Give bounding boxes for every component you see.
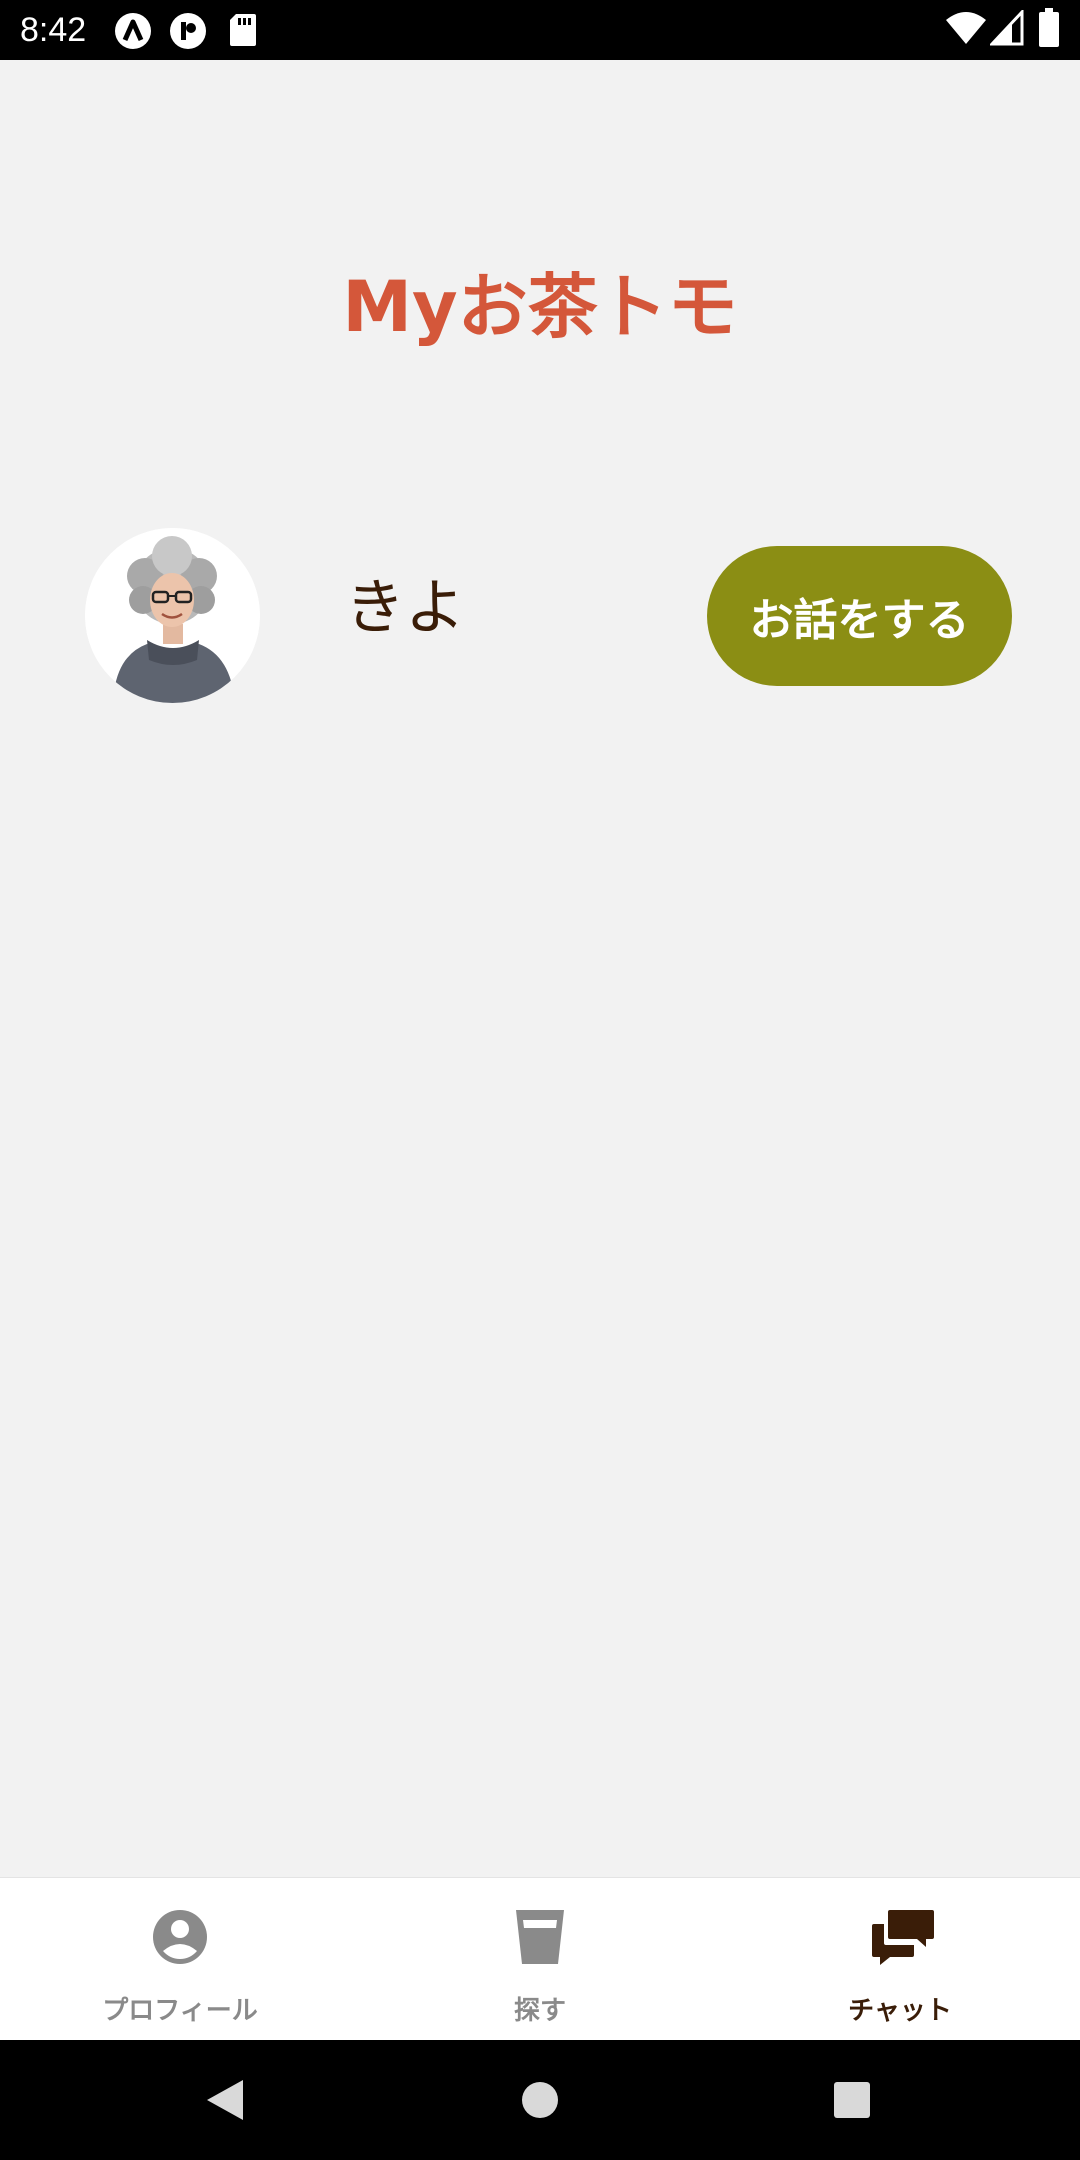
system-navigation-bar (0, 2040, 1080, 2160)
back-icon[interactable] (205, 2078, 245, 2122)
friend-name: きよ (345, 573, 465, 643)
nav-label-search: 探す (513, 1996, 566, 2026)
battery-icon (1038, 8, 1060, 52)
p-logo-icon (169, 12, 207, 54)
nav-item-profile[interactable]: プロフィール (0, 1878, 360, 2041)
talk-button[interactable]: お話をする (707, 546, 1012, 686)
sd-card-icon (228, 12, 258, 52)
nav-item-search[interactable]: 探す (360, 1878, 720, 2041)
home-icon[interactable] (520, 2080, 560, 2120)
nav-label-profile: プロフィール (102, 1996, 258, 2026)
nav-item-chat[interactable]: チャット (720, 1878, 1080, 2041)
page-title: Myお茶トモ (342, 266, 738, 348)
signal-icon (988, 8, 1024, 50)
status-time: 8:42 (20, 11, 87, 49)
wifi-icon (945, 10, 987, 50)
account-circle-icon (153, 1910, 207, 1964)
nav-label-chat: チャット (848, 1996, 952, 2026)
cup-icon (516, 1910, 564, 1964)
avatar-photo (85, 528, 260, 703)
recents-icon[interactable] (832, 2080, 872, 2120)
chat-bubbles-icon (872, 1910, 934, 1965)
a-logo-icon (114, 12, 152, 54)
avatar[interactable] (85, 528, 260, 703)
list-item: きよ お話をする (0, 528, 1080, 706)
bottom-navigation: プロフィール 探す チャット (0, 1877, 1080, 2040)
status-bar: 8:42 (0, 0, 1080, 60)
